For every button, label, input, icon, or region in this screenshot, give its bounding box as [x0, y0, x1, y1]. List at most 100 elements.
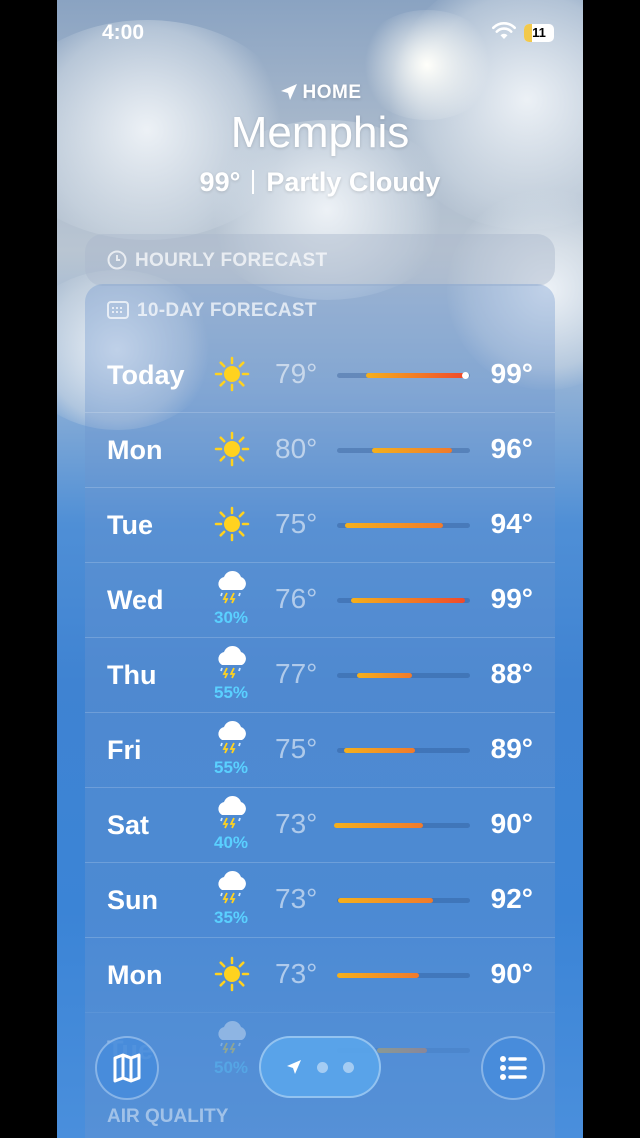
low-temperature: 73°	[275, 883, 318, 914]
forecast-day: Sat	[107, 810, 150, 840]
low-temperature: 76°	[275, 583, 318, 614]
precipitation-chance: 40%	[213, 833, 249, 852]
ten-day-forecast-label: 10-DAY FORECAST	[137, 300, 317, 321]
precipitation-chance: 55%	[213, 758, 249, 777]
page-dot	[343, 1062, 354, 1073]
forecast-row[interactable]: Wed 30% 76° 99°	[85, 562, 555, 637]
forecast-day: Fri	[107, 735, 142, 765]
page-indicator[interactable]	[259, 1036, 381, 1098]
wifi-icon	[492, 22, 516, 39]
temperature-range-bar	[337, 598, 470, 603]
temperature-range-fill	[377, 1048, 427, 1053]
temperature-range-fill	[338, 898, 433, 903]
temperature-range-fill	[334, 823, 423, 828]
low-temperature: 73°	[275, 808, 318, 839]
thunderstorm-icon	[212, 643, 252, 679]
location-arrow-icon	[287, 1060, 301, 1074]
hourly-forecast-title: HOURLY FORECAST	[107, 250, 327, 272]
precipitation-chance: 55%	[213, 683, 249, 702]
high-temperature: 99°	[490, 583, 533, 614]
temperature-range-bar	[337, 748, 470, 753]
low-temperature: 75°	[275, 733, 318, 764]
temperature-range-bar	[337, 372, 470, 379]
thunderstorm-icon	[212, 568, 252, 604]
precipitation-chance: 50%	[213, 1058, 249, 1077]
low-temperature: 73°	[275, 958, 318, 989]
forecast-row[interactable]: Thu 55% 77° 88°	[85, 637, 555, 712]
high-temperature: 92°	[490, 883, 533, 914]
ten-day-forecast-title: 10-DAY FORECAST	[107, 300, 317, 322]
high-temperature: 99°	[490, 358, 533, 389]
low-temperature: 75°	[275, 508, 318, 539]
forecast-row[interactable]: Today 79° 99°	[85, 338, 555, 412]
forecast-day: Wed	[107, 585, 164, 615]
forecast-row[interactable]: Sat 40% 73° 90°	[85, 787, 555, 862]
city-list-button[interactable]	[481, 1036, 545, 1100]
high-temperature: 90°	[490, 958, 533, 989]
precipitation-chance: 30%	[213, 608, 249, 627]
list-icon	[500, 1056, 527, 1080]
temperature-range-fill	[337, 973, 419, 978]
air-quality-title: AIR QUALITY	[107, 1106, 229, 1127]
high-temperature: 94°	[490, 508, 533, 539]
high-temperature: 88°	[490, 658, 533, 689]
map-button[interactable]	[95, 1036, 159, 1100]
forecast-list: Today 79° 99° Mon 80° 96° Tue 75° 94° Wed 30% 76° 99…	[85, 338, 555, 1087]
divider	[252, 170, 255, 194]
clock-icon	[107, 250, 127, 270]
battery-icon: 11	[524, 24, 554, 42]
temperature-range-bar	[337, 448, 470, 453]
temperature-range-fill	[366, 373, 465, 378]
precipitation-chance: 35%	[213, 908, 249, 927]
forecast-day: Mon	[107, 960, 163, 990]
temperature-range-bar	[334, 823, 470, 828]
temperature-range-bar	[337, 973, 470, 978]
temperature-range-bar	[337, 673, 470, 678]
location-arrow-icon	[280, 84, 297, 100]
forecast-day: Mon	[107, 435, 163, 465]
hourly-forecast-label: HOURLY FORECAST	[135, 250, 328, 271]
weather-screen: 4:00 11 HOME Memphis 99° Partly Cloudy HO…	[57, 0, 583, 1138]
sun-icon	[212, 431, 252, 467]
sun-icon	[212, 506, 252, 542]
current-conditions: 99° Partly Cloudy	[57, 167, 583, 198]
forecast-row[interactable]: Sun 35% 73° 92°	[85, 862, 555, 937]
condition-text: Partly Cloudy	[266, 167, 441, 197]
page-dot	[317, 1062, 328, 1073]
temperature-range-fill	[351, 598, 465, 603]
thunderstorm-icon	[212, 718, 252, 754]
temperature-range-fill	[345, 523, 443, 528]
current-temperature: 99°	[199, 167, 241, 197]
current-temp-marker	[462, 372, 469, 379]
forecast-row[interactable]: Tue 75° 94°	[85, 487, 555, 562]
sun-icon	[212, 956, 252, 992]
map-icon	[113, 1053, 141, 1083]
forecast-row[interactable]: Mon 73° 90°	[85, 937, 555, 1012]
thunderstorm-icon	[212, 1018, 252, 1054]
low-temperature: 79°	[275, 358, 318, 389]
high-temperature: 90°	[490, 808, 533, 839]
forecast-row[interactable]: Mon 80° 96°	[85, 412, 555, 487]
thunderstorm-icon	[212, 868, 252, 904]
location-label: HOME	[57, 82, 583, 104]
hourly-forecast-card[interactable]: HOURLY FORECAST	[85, 234, 555, 286]
high-temperature: 96°	[490, 433, 533, 464]
sun-icon	[212, 356, 252, 392]
temperature-range-fill	[372, 448, 452, 453]
battery-level: 11	[532, 25, 546, 40]
forecast-day: Today	[107, 360, 185, 390]
temperature-range-bar	[337, 523, 470, 528]
status-bar: 4:00 11	[57, 0, 583, 64]
temperature-range-bar	[337, 898, 470, 903]
forecast-day: Thu	[107, 660, 157, 690]
thunderstorm-icon	[212, 793, 252, 829]
calendar-icon	[107, 301, 129, 319]
forecast-day: Sun	[107, 885, 158, 915]
high-temperature: 89°	[490, 733, 533, 764]
temperature-range-fill	[344, 748, 415, 753]
temperature-range-fill	[357, 673, 412, 678]
status-time: 4:00	[102, 21, 145, 44]
forecast-row[interactable]: Fri 55% 75° 89°	[85, 712, 555, 787]
city-name: Memphis	[230, 108, 410, 157]
location-label-text: HOME	[302, 82, 362, 103]
